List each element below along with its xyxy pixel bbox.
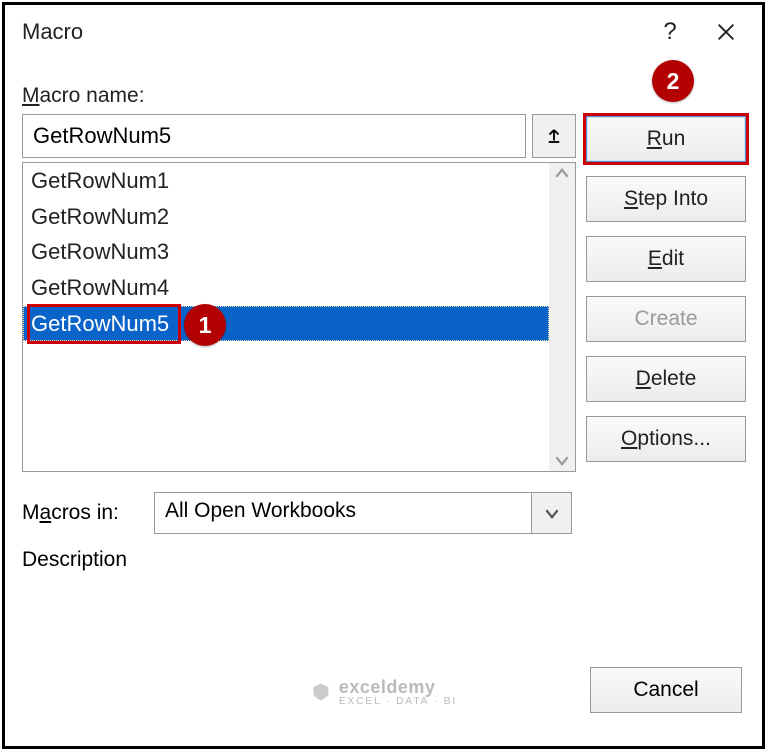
collapse-refedit-button[interactable] — [532, 114, 576, 158]
help-icon: ? — [663, 18, 676, 46]
step-into-button[interactable]: Step Into — [586, 176, 746, 222]
watermark-name: exceldemy — [339, 677, 457, 698]
watermark: exceldemy EXCEL · DATA · BI — [311, 677, 457, 707]
scrollbar[interactable] — [549, 163, 575, 471]
macro-dialog: Macro ? Macro name: — [8, 8, 760, 745]
description-label: Description — [22, 548, 576, 572]
macros-in-combo[interactable]: All Open Workbooks — [154, 492, 572, 534]
run-button[interactable]: Run — [586, 116, 746, 162]
watermark-tagline: EXCEL · DATA · BI — [339, 696, 457, 707]
close-button[interactable] — [698, 10, 754, 54]
chevron-down-icon — [545, 506, 559, 520]
list-item[interactable]: GetRowNum5 — [23, 306, 549, 342]
close-icon — [715, 21, 737, 43]
chevron-down-icon — [555, 453, 569, 467]
macros-in-label: Macros in: — [22, 501, 140, 525]
help-button[interactable]: ? — [642, 10, 698, 54]
cancel-button[interactable]: Cancel — [590, 667, 742, 713]
list-item[interactable]: GetRowNum1 — [23, 163, 549, 199]
chevron-up-icon — [555, 167, 569, 181]
list-item[interactable]: GetRowNum2 — [23, 199, 549, 235]
edit-button[interactable]: Edit — [586, 236, 746, 282]
delete-button[interactable]: Delete — [586, 356, 746, 402]
options-button[interactable]: Options... — [586, 416, 746, 462]
arrow-up-icon — [545, 127, 563, 145]
dialog-title: Macro — [22, 19, 642, 45]
combo-dropdown-button[interactable] — [531, 493, 571, 533]
titlebar: Macro ? — [8, 8, 760, 56]
macro-name-label: Macro name: — [22, 84, 746, 108]
watermark-icon — [311, 682, 331, 702]
macro-listbox[interactable]: GetRowNum1GetRowNum2GetRowNum3GetRowNum4… — [22, 162, 576, 472]
list-item[interactable]: GetRowNum3 — [23, 234, 549, 270]
list-item[interactable]: GetRowNum4 — [23, 270, 549, 306]
macros-in-value: All Open Workbooks — [155, 493, 531, 533]
create-button: Create — [586, 296, 746, 342]
macro-name-input[interactable] — [22, 114, 526, 158]
